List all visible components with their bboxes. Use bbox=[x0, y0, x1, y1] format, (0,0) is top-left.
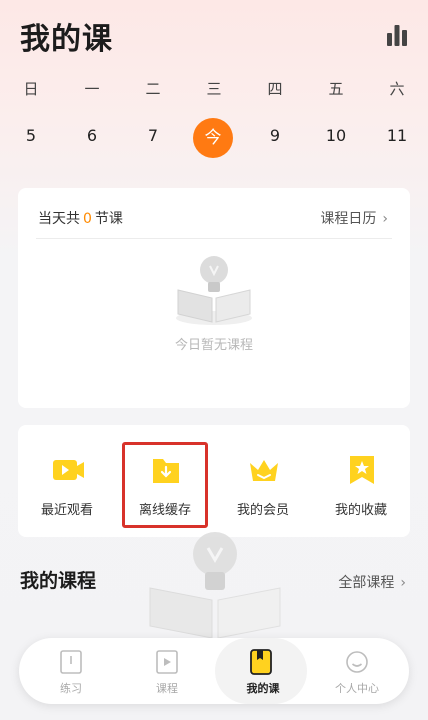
weekday-sun: 日 bbox=[23, 80, 39, 98]
header: 我的课 bbox=[0, 0, 428, 70]
crown-icon bbox=[250, 460, 278, 481]
tab-label: 我的课 bbox=[246, 682, 280, 695]
today-date-badge[interactable]: 今 bbox=[193, 118, 233, 158]
empty-book-bulb-icon bbox=[176, 256, 252, 325]
chevron-right-icon: › bbox=[382, 211, 388, 227]
my-favorites-button[interactable]: 我的收藏 bbox=[312, 425, 410, 537]
weekday-thu: 四 bbox=[267, 80, 283, 98]
my-membership-button[interactable]: 我的会员 bbox=[214, 425, 312, 537]
my-course-icon bbox=[250, 649, 272, 675]
divider bbox=[36, 238, 392, 239]
profile-smile-icon bbox=[346, 651, 368, 673]
book-bulb-illustration-icon bbox=[149, 532, 281, 639]
date-cell[interactable]: 10 bbox=[316, 126, 356, 146]
empty-state-text: 今日暂无课程 bbox=[174, 338, 253, 353]
date-cell[interactable]: 5 bbox=[11, 126, 51, 146]
count-prefix: 当天共 bbox=[38, 211, 80, 227]
quick-action-label: 我的会员 bbox=[236, 503, 289, 518]
tab-practice[interactable]: 练习 bbox=[23, 638, 119, 704]
weekday-fri: 五 bbox=[328, 80, 344, 98]
star-bookmark-icon bbox=[350, 456, 374, 484]
weekday-tue: 二 bbox=[145, 80, 161, 98]
quick-action-label: 我的收藏 bbox=[334, 503, 387, 518]
tab-label: 课程 bbox=[156, 682, 178, 695]
date-cell[interactable]: 6 bbox=[72, 126, 112, 146]
tab-profile[interactable]: 个人中心 bbox=[309, 638, 405, 704]
recent-watch-button[interactable]: 最近观看 bbox=[18, 425, 116, 537]
practice-book-icon bbox=[60, 650, 82, 674]
weekday-wed: 三 bbox=[206, 80, 222, 98]
calendar-link-label: 课程日历 bbox=[320, 211, 377, 227]
weekday-row: 日 一 二 三 四 五 六 bbox=[0, 78, 428, 104]
quick-action-label: 最近观看 bbox=[40, 503, 93, 518]
tab-label: 个人中心 bbox=[335, 682, 379, 695]
play-video-icon bbox=[53, 460, 84, 480]
quick-actions-card: 最近观看 离线缓存 我的会员 我的收藏 bbox=[18, 425, 410, 537]
chevron-right-icon: › bbox=[400, 575, 406, 591]
course-play-icon bbox=[156, 650, 178, 674]
tab-label: 练习 bbox=[60, 682, 82, 695]
tab-my-course[interactable]: 我的课 bbox=[215, 638, 307, 704]
my-courses-title: 我的课程 bbox=[20, 570, 97, 592]
all-courses-label: 全部课程 bbox=[338, 575, 395, 591]
highlight-box bbox=[122, 442, 208, 528]
bar-chart-icon[interactable] bbox=[386, 24, 408, 46]
page-title: 我的课 bbox=[20, 22, 113, 57]
tab-courses[interactable]: 课程 bbox=[119, 638, 215, 704]
today-courses-card: 当天共 0 节课 课程日历 › 今日暂无课程 bbox=[18, 188, 410, 408]
date-cell[interactable]: 11 bbox=[377, 126, 417, 146]
bottom-tab-bar: 练习 课程 我的课 个人中心 bbox=[19, 638, 409, 704]
weekday-mon: 一 bbox=[84, 80, 100, 98]
date-cell[interactable]: 9 bbox=[255, 126, 295, 146]
today-course-count: 当天共 0 节课 bbox=[38, 208, 123, 228]
count-suffix: 节课 bbox=[94, 211, 123, 227]
date-cell[interactable]: 7 bbox=[133, 126, 173, 146]
all-courses-link[interactable]: 全部课程 › bbox=[338, 572, 406, 592]
weekday-sat: 六 bbox=[389, 80, 405, 98]
course-calendar-link[interactable]: 课程日历 › bbox=[320, 208, 388, 228]
count-number: 0 bbox=[83, 211, 92, 227]
